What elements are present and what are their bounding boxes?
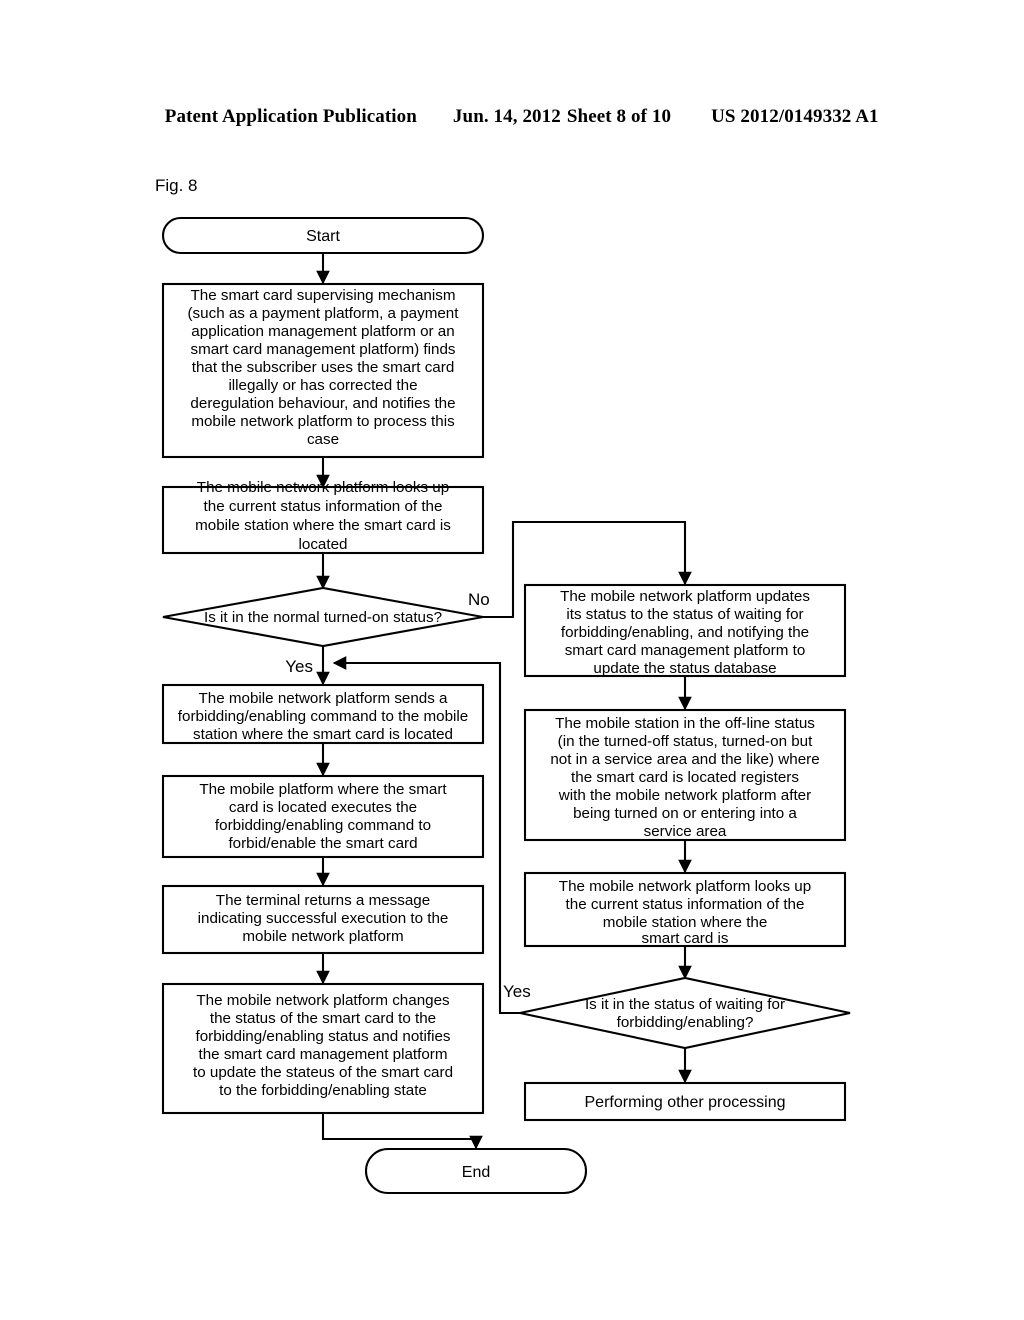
send-command-line-0: The mobile network platform sends a: [198, 690, 448, 707]
change-status-line-2: forbidding/enabling status and notifies: [196, 1028, 451, 1045]
supervising-line-7: mobile network platform to process this: [191, 413, 455, 430]
node-terminal-returns: The terminal returns a message indicatin…: [161, 884, 485, 955]
decision-waiting-line-1: forbidding/enabling?: [617, 1014, 754, 1031]
terminal-returns-line-1: indicating successful execution to the: [198, 910, 449, 927]
send-command-line-1: forbidding/enabling command to the mobil…: [178, 708, 468, 725]
lookup-left-line-0: The mobile network platform looks up: [197, 479, 449, 496]
execute-command-line-0: The mobile platform where the smart: [199, 781, 447, 798]
update-waiting-line-4: update the status database: [593, 660, 776, 677]
supervising-line-2: application management platform or an: [191, 323, 454, 340]
decision-waiting-shape: [519, 976, 851, 1050]
node-send-command: The mobile network platform sends a forb…: [161, 683, 485, 745]
offline-registers-line-5: being turned on or entering into a: [573, 805, 797, 822]
edge-label-yes-return: Yes: [503, 982, 531, 1001]
execute-command-line-2: forbidding/enabling command to: [215, 817, 431, 834]
supervising-line-4: that the subscriber uses the smart card: [192, 359, 455, 376]
update-waiting-line-1: its status to the status of waiting for: [566, 606, 803, 623]
offline-registers-line-3: the smart card is located registers: [571, 769, 799, 786]
other-processing-label: Performing other processing: [585, 1094, 786, 1111]
node-lookup-right: The mobile network platform looks up the…: [523, 871, 847, 948]
lookup-left-line-3: located: [299, 536, 348, 553]
supervising-line-6: deregulation behaviour, and notifies the: [190, 395, 455, 412]
node-offline-registers: The mobile station in the off-line statu…: [523, 708, 847, 842]
update-waiting-line-3: smart card management platform to: [565, 642, 806, 659]
change-status-line-0: The mobile network platform changes: [196, 992, 450, 1009]
send-command-line-2: station where the smart card is located: [193, 726, 453, 743]
supervising-line-8: case: [307, 431, 339, 448]
change-status-line-4: to update the stateus of the smart card: [193, 1064, 453, 1081]
lookup-left-line-2: mobile station where the smart card is: [195, 517, 451, 534]
offline-registers-line-0: The mobile station in the off-line statu…: [555, 715, 815, 732]
patent-figure-page: Patent Application Publication Jun. 14, 2…: [0, 0, 1024, 1320]
update-waiting-line-0: The mobile network platform updates: [560, 588, 810, 605]
node-other-processing: Performing other processing: [523, 1081, 847, 1122]
node-lookup-left: The mobile network platform looks up the…: [161, 479, 485, 555]
edge-label-no: No: [468, 590, 490, 609]
end-label: End: [462, 1164, 490, 1181]
offline-registers-line-2: not in a service area and the like) wher…: [550, 751, 819, 768]
update-waiting-line-2: forbidding/enabling, and notifying the: [561, 624, 809, 641]
node-decision-waiting: Is it in the status of waiting for forbi…: [503, 976, 851, 1050]
change-status-line-1: the status of the smart card to the: [210, 1010, 436, 1027]
lookup-right-line-2: mobile station where the: [603, 914, 768, 931]
flowchart: Start The smart card supervising mechani…: [161, 216, 851, 1195]
lookup-right-line-1: the current status information of the: [566, 896, 805, 913]
execute-command-line-3: forbid/enable the smart card: [228, 835, 417, 852]
supervising-line-0: The smart card supervising mechanism: [190, 287, 455, 304]
node-start: Start: [161, 216, 485, 255]
node-end: End: [364, 1147, 588, 1195]
supervising-line-5: illegally or has corrected the: [228, 377, 417, 394]
offline-registers-line-6: service area: [644, 823, 727, 840]
supervising-line-3: smart card management platform) finds: [190, 341, 455, 358]
lookup-right-line-0: The mobile network platform looks up: [559, 878, 811, 895]
lookup-left-line-1: the current status information of the: [204, 498, 443, 515]
decision-turned-on-label: Is it in the normal turned-on status?: [204, 609, 442, 626]
terminal-returns-line-2: mobile network platform: [242, 928, 403, 945]
lookup-right-line-3: smart card is: [642, 930, 729, 947]
terminal-returns-line-0: The terminal returns a message: [216, 892, 430, 909]
node-update-waiting: The mobile network platform updates its …: [523, 583, 847, 678]
start-label: Start: [306, 228, 340, 245]
change-status-line-3: the smart card management platform: [198, 1046, 447, 1063]
node-execute-command: The mobile platform where the smart card…: [161, 774, 485, 859]
edge-change-to-end: [321, 1113, 483, 1150]
change-status-line-5: to the forbidding/enabling state: [219, 1082, 427, 1099]
node-change-status: The mobile network platform changes the …: [161, 982, 485, 1115]
offline-registers-line-4: with the mobile network platform after: [558, 787, 811, 804]
decision-waiting-line-0: Is it in the status of waiting for: [585, 996, 785, 1013]
supervising-line-1: (such as a payment platform, a payment: [188, 305, 460, 322]
edge-label-yes: Yes: [285, 657, 313, 676]
node-supervising-mechanism: The smart card supervising mechanism (su…: [161, 282, 485, 459]
offline-registers-line-1: (in the turned-off status, turned-on but: [558, 733, 813, 750]
execute-command-line-1: card is located executes the: [229, 799, 417, 816]
